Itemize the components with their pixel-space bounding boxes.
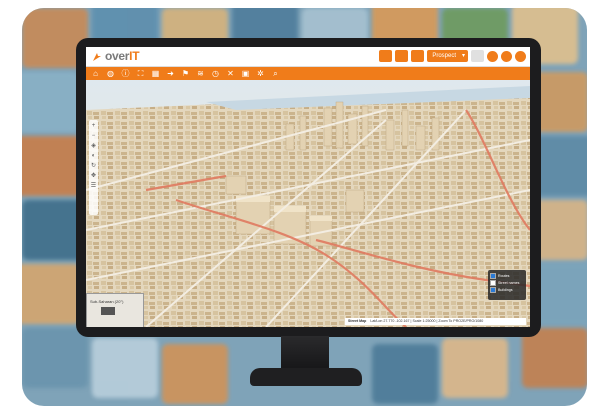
- layer-label: Street names: [498, 280, 520, 285]
- layer-checkbox[interactable]: [490, 272, 496, 279]
- map-status-bar: Street Map Lat/Lon 27.770 -102.167 | Sca…: [345, 318, 526, 325]
- layer-row[interactable]: Routes: [490, 272, 524, 279]
- monitor-stand: [250, 368, 362, 386]
- info-icon[interactable]: ⓘ: [121, 67, 130, 80]
- globe-icon[interactable]: ◍: [106, 67, 115, 80]
- coordinates-readout: Lat/Lon 27.770 -102.167 | Scale 1:25000 …: [370, 319, 484, 323]
- map-view[interactable]: + − ◈ ◐ ↻ ✥ ☰ Sub-Saharan (20°) Routes S…: [86, 80, 530, 327]
- layer-toggle-icon[interactable]: ☰: [91, 183, 96, 190]
- help-icon[interactable]: [487, 50, 498, 62]
- settings-icon[interactable]: ✲: [256, 67, 265, 80]
- arrow-icon[interactable]: ➜: [166, 67, 175, 80]
- settings-icon[interactable]: [501, 50, 512, 62]
- layer-panel: Routes Street names Buildings: [488, 270, 526, 300]
- chat-icon[interactable]: [471, 50, 484, 62]
- app-header: overIT Prospect ▾: [86, 47, 530, 67]
- tilt-icon[interactable]: ◐: [92, 153, 96, 160]
- zoom-controls: + − ◈ ◐ ↻ ✥ ☰: [89, 120, 98, 215]
- document-icon[interactable]: [395, 50, 409, 62]
- power-icon[interactable]: [515, 50, 526, 62]
- rotate-icon[interactable]: ↻: [91, 163, 96, 170]
- compass-icon[interactable]: ◈: [91, 143, 96, 150]
- search-icon[interactable]: ⌕: [271, 67, 280, 80]
- monitor-neck: [281, 336, 329, 372]
- monitor-frame: overIT Prospect ▾ ⌂ ◍ ⓘ ⛶ ▦ ➜ ⚑ ≋ ◷ ✕ ▣ …: [76, 38, 541, 337]
- minimap-label: Sub-Saharan (20°): [90, 299, 124, 304]
- print-icon[interactable]: ▣: [241, 67, 250, 80]
- pan-icon[interactable]: ✥: [91, 173, 96, 180]
- layer-label: Buildings: [498, 287, 513, 292]
- map-source: Street Map: [348, 319, 367, 323]
- fullscreen-icon[interactable]: ⛶: [136, 67, 145, 80]
- home-icon[interactable]: ⌂: [91, 67, 100, 80]
- logo-text: overIT: [105, 49, 140, 63]
- user-icon[interactable]: [411, 50, 425, 62]
- layer-row[interactable]: Street names: [490, 279, 524, 286]
- logo-mark-icon: [93, 52, 101, 61]
- measure-icon[interactable]: ⚑: [181, 67, 190, 80]
- screen: overIT Prospect ▾ ⌂ ◍ ⓘ ⛶ ▦ ➜ ⚑ ≋ ◷ ✕ ▣ …: [86, 47, 530, 327]
- tools-icon[interactable]: ✕: [226, 67, 235, 80]
- clock-icon[interactable]: ◷: [211, 67, 220, 80]
- layer-label: Routes: [498, 273, 510, 278]
- zoom-out-icon[interactable]: −: [92, 133, 96, 140]
- zoom-in-icon[interactable]: +: [92, 123, 96, 130]
- minimap-viewport[interactable]: [101, 307, 115, 315]
- map-toolbar: ⌂ ◍ ⓘ ⛶ ▦ ➜ ⚑ ≋ ◷ ✕ ▣ ✲ ⌕: [86, 67, 530, 80]
- overview-minimap[interactable]: Sub-Saharan (20°): [86, 293, 144, 327]
- header-actions: Prospect ▾: [379, 50, 526, 62]
- overit-logo[interactable]: overIT: [92, 49, 140, 63]
- city-3d-render: [86, 80, 530, 327]
- chevron-down-icon: ▾: [461, 53, 465, 59]
- layer-row[interactable]: Buildings: [490, 286, 524, 293]
- grid-icon[interactable]: ▦: [151, 67, 160, 80]
- layer-checkbox[interactable]: [490, 286, 496, 293]
- layout-icon[interactable]: [379, 50, 393, 62]
- layers-icon[interactable]: ≋: [196, 67, 205, 80]
- profile-select[interactable]: Prospect ▾: [427, 50, 468, 62]
- layer-checkbox[interactable]: [490, 279, 496, 286]
